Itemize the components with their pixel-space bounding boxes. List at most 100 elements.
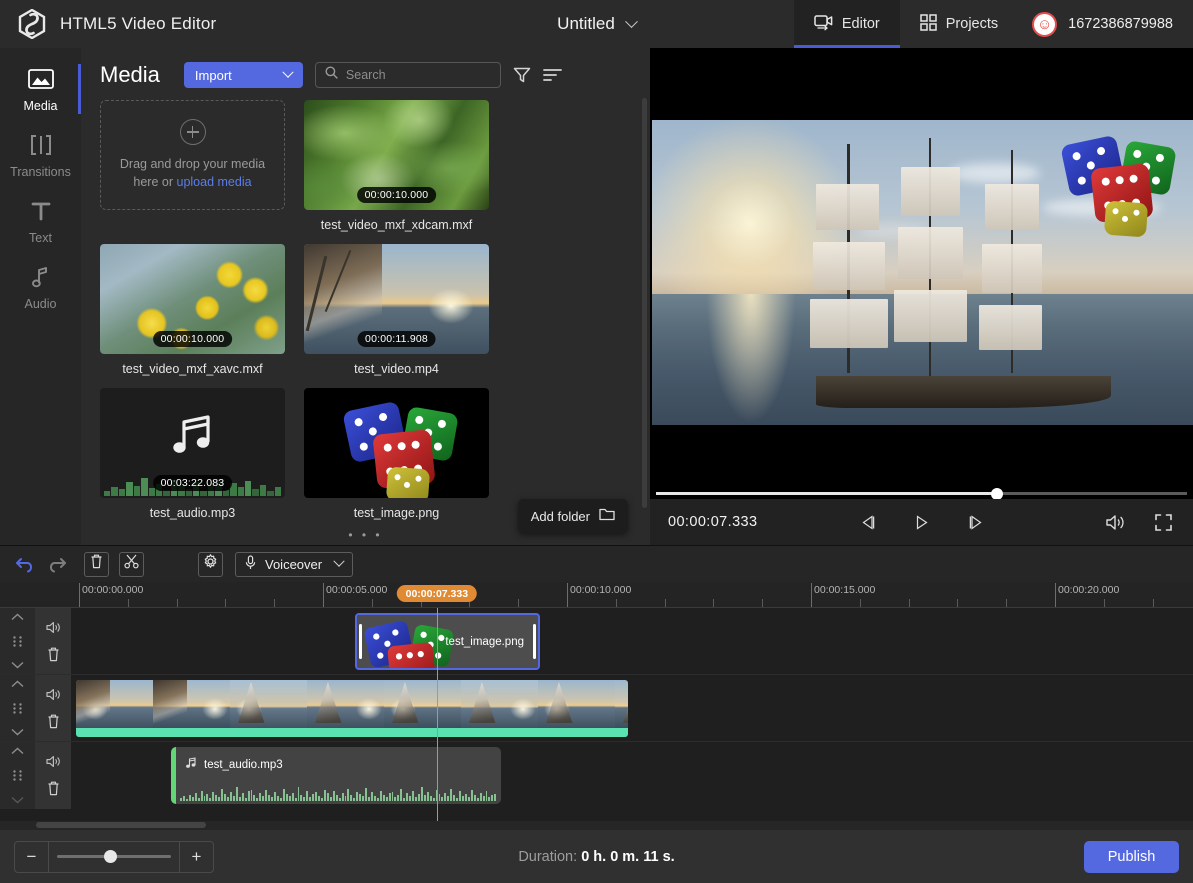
list-item[interactable]: test_image.png — [304, 388, 489, 520]
step-backward-icon[interactable] — [856, 510, 880, 534]
track-actions — [35, 675, 71, 741]
progress-knob[interactable] — [991, 487, 1004, 500]
scrollbar-thumb[interactable] — [36, 822, 206, 828]
media-thumbnail[interactable] — [304, 388, 489, 498]
trash-icon[interactable] — [47, 714, 60, 729]
search-input[interactable] — [345, 68, 486, 82]
trash-icon[interactable] — [47, 647, 60, 662]
playhead[interactable] — [436, 608, 439, 821]
clip-trim-handle-left[interactable] — [359, 624, 362, 659]
footer-bar: − + Duration: 0 h. 0 m. 11 s. Publish — [0, 830, 1193, 883]
list-item[interactable]: 00:03:22.083 test_audio.mp3 — [100, 388, 285, 520]
settings-button[interactable] — [198, 551, 223, 577]
upload-media-link[interactable]: upload media — [177, 175, 252, 189]
delete-button[interactable] — [84, 551, 109, 577]
undo-arrow-icon[interactable] — [14, 553, 36, 575]
audio-clip-header: test_audio.mp3 — [176, 747, 501, 774]
zoom-slider-knob[interactable] — [104, 850, 118, 863]
waveform-bar — [444, 793, 447, 801]
add-folder-button[interactable]: Add folder — [517, 499, 628, 533]
drag-handle-icon[interactable] — [12, 702, 23, 715]
waveform-bar — [397, 795, 400, 801]
waveform-bar — [218, 796, 221, 801]
waveform-bar — [488, 797, 491, 801]
media-thumbnail[interactable]: 00:03:22.083 — [100, 388, 285, 498]
step-forward-icon[interactable] — [964, 510, 988, 534]
move-up-icon[interactable] — [11, 680, 24, 688]
tab-projects[interactable]: Projects — [900, 0, 1018, 48]
sidebar-item-text[interactable]: Text — [0, 188, 81, 254]
waveform-bar — [415, 796, 417, 801]
waveform-bar — [318, 795, 320, 801]
sidebar-item-media[interactable]: Media — [0, 56, 81, 122]
move-down-icon[interactable] — [11, 661, 24, 669]
zoom-slider[interactable] — [49, 842, 179, 872]
track-lane[interactable]: test_image.png — [71, 608, 1193, 674]
ruler-minor-tick — [127, 599, 129, 607]
list-item[interactable]: 00:00:10.000 test_video_mxf_xdcam.mxf — [304, 100, 489, 232]
mute-speaker-icon[interactable] — [45, 755, 61, 768]
folder-icon — [599, 508, 615, 524]
ruler-minor-tick — [957, 599, 959, 607]
sidebar-item-audio[interactable]: Audio — [0, 254, 81, 320]
waveform-bar — [235, 787, 238, 801]
sidebar-item-transitions[interactable]: Transitions — [0, 122, 81, 188]
drag-handle-icon[interactable] — [12, 635, 23, 648]
waveform-bar — [391, 791, 394, 801]
import-button[interactable]: Import — [183, 62, 303, 88]
clip-trim-handle-right[interactable] — [533, 624, 536, 659]
dropzone-line1: Drag and drop your media — [119, 156, 266, 171]
timeline-clip-video[interactable] — [76, 680, 628, 737]
media-dropzone[interactable]: Drag and drop your media here or upload … — [100, 100, 285, 210]
media-item-name: test_video_mxf_xdcam.mxf — [320, 218, 473, 232]
trash-icon[interactable] — [47, 781, 60, 796]
play-icon[interactable] — [910, 510, 934, 534]
project-name-dropdown[interactable]: Untitled — [467, 14, 727, 34]
clip-label: test_image.png — [445, 635, 524, 648]
media-thumbnail[interactable]: 00:00:10.000 — [100, 244, 285, 354]
mute-speaker-icon[interactable] — [45, 621, 61, 634]
panel-resize-handle[interactable]: • • • — [348, 528, 382, 542]
split-button[interactable] — [119, 551, 144, 577]
redo-arrow-icon[interactable] — [46, 553, 68, 575]
chevron-down-icon — [282, 66, 294, 78]
move-down-icon[interactable] — [11, 796, 24, 804]
move-up-icon[interactable] — [11, 747, 24, 755]
mute-speaker-icon[interactable] — [45, 688, 61, 701]
drag-handle-icon[interactable] — [12, 769, 23, 782]
yellow-die — [1103, 200, 1149, 238]
waveform-bar — [309, 797, 312, 801]
zoom-in-button[interactable]: + — [180, 842, 213, 872]
publish-button[interactable]: Publish — [1084, 840, 1179, 873]
zoom-out-button[interactable]: − — [15, 842, 48, 872]
left-rail: Media Transitions Text Audio — [0, 48, 81, 545]
move-down-icon[interactable] — [11, 728, 24, 736]
sort-lines-icon[interactable] — [543, 67, 562, 83]
timeline-ruler[interactable]: 00:00:07.333 00:00:00.000 00:00:05.000 00:… — [0, 582, 1193, 608]
timeline-clip-audio[interactable]: test_audio.mp3 — [171, 747, 501, 804]
list-item[interactable]: 00:00:11.908 test_video.mp4 — [304, 244, 489, 376]
search-box[interactable] — [314, 62, 501, 88]
timeline-clip-image[interactable]: test_image.png — [355, 613, 540, 670]
cube-logo-icon — [18, 8, 46, 40]
media-thumbnail[interactable]: 00:00:10.000 — [304, 100, 489, 210]
voiceover-dropdown[interactable]: Voiceover — [235, 551, 354, 577]
list-item[interactable]: 00:00:10.000 test_video_mxf_xavc.mxf — [100, 244, 285, 376]
timeline-horizontal-scrollbar[interactable] — [0, 821, 1193, 830]
preview-progress-bar[interactable] — [650, 487, 1193, 500]
media-panel-scrollbar[interactable] — [642, 98, 647, 508]
filter-funnel-icon[interactable] — [513, 66, 531, 84]
playhead-badge[interactable]: 00:00:07.333 — [396, 585, 478, 602]
tab-editor[interactable]: Editor — [793, 0, 900, 48]
progress-track[interactable] — [656, 487, 1187, 500]
ruler-minor-tick — [518, 599, 520, 607]
waveform-bar — [473, 794, 476, 801]
film-strip-frame — [538, 680, 615, 728]
user-account[interactable]: ☺ 1672386879988 — [1018, 0, 1193, 48]
ruler-label: 00:00:20.000 — [1058, 584, 1120, 596]
track-lane[interactable]: test_audio.mp3 — [71, 742, 1193, 809]
app-header: HTML5 Video Editor Untitled Editor Proje… — [0, 0, 1193, 48]
move-up-icon[interactable] — [11, 613, 24, 621]
track-lane[interactable] — [71, 675, 1193, 741]
media-thumbnail[interactable]: 00:00:11.908 — [304, 244, 489, 354]
